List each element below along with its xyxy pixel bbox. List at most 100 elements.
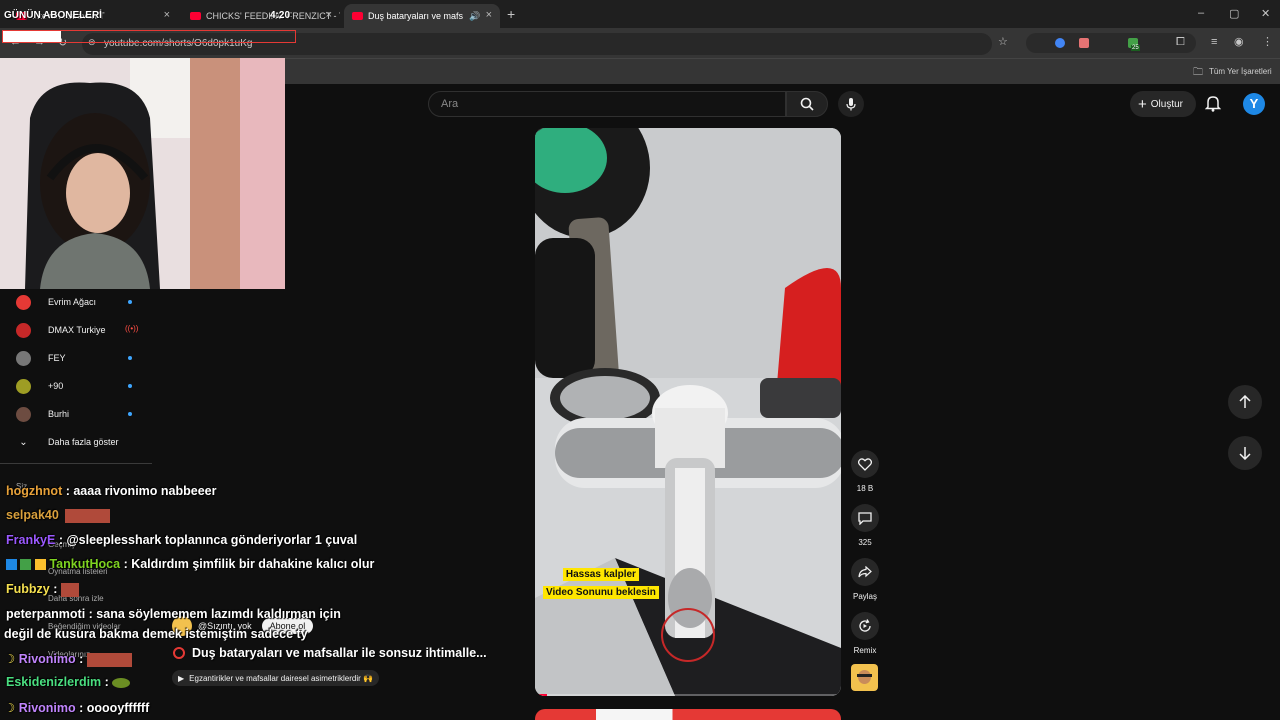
video-progress-bar[interactable] (535, 694, 841, 696)
chat-text: : Kaldırdım şimfilik bir dahakine kalıcı… (123, 557, 375, 571)
sidebar-item-plus90[interactable]: +90 (16, 375, 146, 397)
arrow-up-icon (1239, 395, 1251, 408)
next-video-preview[interactable] (535, 709, 841, 720)
sidebar-item-evrim-agaci[interactable]: Evrim Ağacı (16, 291, 146, 313)
channel-name: Evrim Ağacı (48, 297, 97, 307)
caption-line-2: Video Sonunu beklesin (543, 586, 659, 599)
search-icon (800, 97, 814, 111)
subtitle-text: Egzantirikler ve mafsallar dairesel asim… (189, 673, 373, 683)
close-icon[interactable]: × (326, 9, 332, 21)
video-subtitle-chip[interactable]: ▶ Egzantirikler ve mafsallar dairesel as… (172, 670, 379, 686)
badge-icon (20, 559, 32, 571)
sidebar-divider (0, 463, 152, 464)
sidebar-item-burhi[interactable]: Burhi (16, 403, 146, 425)
gunun-aboneleri-label: GÜNÜN ABONELERİ (4, 10, 102, 21)
like-button[interactable] (851, 450, 879, 478)
comment-icon (858, 511, 872, 525)
chat-username: TankutHoca (49, 557, 121, 571)
chat-text: : aaaa rivonimo nabbeeer (65, 484, 217, 498)
chat-message: peterpanmoti : sana söylememem lazımdı k… (6, 607, 341, 621)
sidebar-item-fey[interactable]: FEY (16, 347, 146, 369)
chat-message-continued: değil de kusura bakma demek istemiştim s… (4, 627, 308, 641)
channel-avatar (16, 378, 31, 394)
badge-icon (34, 559, 46, 571)
share-action[interactable]: Paylaş (850, 558, 880, 601)
chat-username: Rivonimo (18, 701, 76, 715)
puzzle-icon[interactable]: ⧠ (1176, 36, 1185, 49)
close-window-button[interactable]: ✕ (1261, 7, 1270, 20)
chat-text: değil de kusura bakma demek istemiştim s… (4, 627, 308, 641)
channel-name: DMAX Turkiye (48, 325, 106, 335)
avatar[interactable]: Y (1243, 93, 1265, 115)
minimize-button[interactable]: – (1198, 7, 1204, 19)
channel-name: FEY (48, 353, 66, 363)
close-icon[interactable]: × (164, 9, 170, 21)
new-content-dot (128, 300, 132, 304)
comment-button[interactable] (851, 504, 879, 532)
chat-username: Fubbzy (6, 582, 50, 596)
like-action[interactable]: 18 B (850, 450, 880, 493)
chat-username: selpak40 (6, 508, 59, 522)
ring-icon (173, 647, 185, 659)
maximize-button[interactable]: ▢ (1229, 7, 1239, 20)
like-count: 18 B (856, 484, 874, 493)
queue-icon[interactable]: ≡ (1211, 36, 1217, 48)
close-icon[interactable]: × (486, 9, 492, 21)
comment-count: 325 (858, 538, 872, 547)
notifications-button[interactable] (1204, 94, 1222, 117)
badge-icon (6, 559, 17, 571)
new-content-dot (128, 356, 132, 360)
all-bookmarks-label[interactable]: Tüm Yer İşaretleri (1209, 67, 1272, 76)
voice-search-button[interactable] (838, 91, 864, 117)
chat-text: : (53, 582, 58, 596)
chat-message: Fubbzy : (6, 582, 79, 597)
new-content-dot (128, 412, 132, 416)
create-button[interactable]: + Oluştur (1130, 91, 1196, 117)
share-button[interactable] (851, 558, 879, 586)
menu-icon[interactable]: ⋮ (1262, 35, 1273, 48)
shorts-video-player[interactable]: Hassas kalpler Video Sonunu beklesin (535, 128, 841, 696)
tab-bar: ...te'nin Karavan T × CHICKS' FEEDING FR… (0, 0, 1280, 28)
sound-thumbnail-glasses (857, 674, 872, 677)
chat-username: Rivonimo (18, 652, 76, 666)
heart-icon (858, 457, 872, 471)
profile-icon[interactable]: ◉ (1234, 35, 1244, 48)
chat-message: ☽ Rivonimo : (4, 651, 132, 667)
sound-thumbnail[interactable] (851, 664, 878, 691)
chat-text: : (104, 675, 109, 689)
emote-icon (112, 677, 131, 688)
overlay-timer: 4:20 (270, 10, 291, 21)
share-label: Paylaş (852, 592, 877, 601)
extension-icon[interactable] (1079, 38, 1089, 48)
channel-avatar (16, 406, 31, 422)
next-short-button[interactable] (1228, 436, 1262, 470)
video-caption: Hassas kalpler Video Sonunu beklesin (543, 564, 659, 600)
tab-title: Duş bataryaları ve mafsa... (368, 11, 463, 21)
sidebar-item-dmax-turkiye[interactable]: DMAX Turkiye ((•)) (16, 319, 146, 341)
extension-icon[interactable] (1055, 38, 1065, 48)
sidebar-show-more[interactable]: ⌄ Daha fazla göster (16, 431, 146, 453)
new-tab-button[interactable]: + (507, 6, 515, 22)
remix-button[interactable] (851, 612, 879, 640)
chat-message: selpak40 (6, 508, 111, 523)
search-input[interactable]: Ara (428, 91, 786, 117)
remix-action[interactable]: Remix (850, 612, 880, 655)
comment-action[interactable]: 325 (850, 504, 880, 547)
tab-dus-bataryalari[interactable]: Duş bataryaları ve mafsa... 🔊 × (344, 4, 500, 28)
show-more-label: Daha fazla göster (48, 437, 119, 447)
audio-icon[interactable]: 🔊 (469, 11, 480, 22)
overlay-progress-box (2, 30, 296, 43)
previous-short-button[interactable] (1228, 385, 1262, 419)
tab-chicks[interactable]: CHICKS' FEEDING FRENZICT - Y × (182, 4, 340, 28)
chat-username: FrankyE (6, 533, 56, 547)
chat-text: : sana söylememem lazımdı kaldırman için (88, 607, 341, 621)
live-icon: ((•)) (125, 324, 139, 333)
folder-icon[interactable]: 🗀 (1193, 65, 1203, 82)
overlay-progress-fill (3, 31, 62, 42)
video-title[interactable]: Duş bataryaları ve mafsallar ile sonsuz … (173, 646, 487, 660)
bookmark-star-icon[interactable]: ☆ (998, 35, 1008, 48)
search-button[interactable] (786, 91, 828, 117)
emote-icon (86, 652, 132, 667)
moon-icon: ☽ (4, 652, 16, 666)
webcam-overlay (0, 58, 285, 289)
